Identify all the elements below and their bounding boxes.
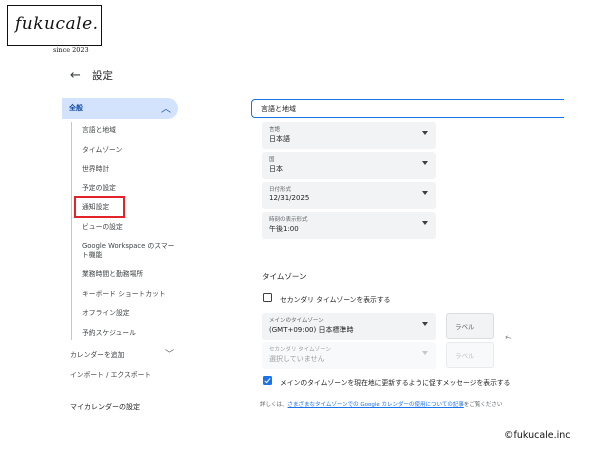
primary-timezone-label: メインのタイムゾーン xyxy=(269,318,324,324)
dropdown-arrow-icon xyxy=(422,191,428,195)
sidebar-item-language-region[interactable]: 言語と地域 xyxy=(82,126,116,135)
date-format-select-value: 12/31/2025 xyxy=(269,194,310,202)
language-select-value: 日本語 xyxy=(269,135,290,143)
secondary-timezone-tag-placeholder: ラベル xyxy=(455,352,475,360)
sidebar-item-timezone[interactable]: タイムゾーン xyxy=(82,146,122,155)
sidebar-item-appointment-schedules[interactable]: 予約スケジュール xyxy=(82,329,136,338)
dropdown-arrow-icon xyxy=(422,131,428,135)
copyright-text: ©fukucale.inc xyxy=(504,430,571,441)
chevron-down-icon[interactable]: ﹀ xyxy=(165,347,174,360)
sidebar-item-workspace-smart[interactable]: Google Workspace のスマート機能 xyxy=(82,242,177,260)
secondary-timezone-label: セカンダリ タイムゾーン xyxy=(269,347,331,353)
sidebar-section-label: 全般 xyxy=(69,104,83,112)
country-select-label: 国 xyxy=(269,157,275,163)
update-timezone-prompt-checkbox[interactable] xyxy=(263,376,272,385)
country-select[interactable]: 国 日本 xyxy=(262,152,436,179)
language-select[interactable]: 言語 日本語 xyxy=(262,122,436,149)
date-format-select-label: 日付形式 xyxy=(269,187,292,193)
sidebar-add-calendar[interactable]: カレンダーを追加 xyxy=(70,349,124,359)
update-timezone-prompt-label: メインのタイムゾーンを現在地に更新するように促すメッセージを表示する xyxy=(280,379,511,387)
section-title: 言語と地域 xyxy=(261,105,296,113)
dropdown-arrow-icon xyxy=(422,221,428,225)
page-title: 設定 xyxy=(92,70,113,82)
secondary-timezone-select: セカンダリ タイムゾーン 選択していません xyxy=(262,342,436,369)
sidebar-item-world-clock[interactable]: 世界時計 xyxy=(82,165,109,174)
dropdown-arrow-icon xyxy=(422,161,428,165)
logo-subtitle: since 2023 xyxy=(53,46,89,54)
sidebar-item-working-hours[interactable]: 業務時間と勤務場所 xyxy=(82,270,143,279)
timezone-info-text: 詳しくは、さまざまなタイムゾーンでの Google カレンダーの使用についての記… xyxy=(260,400,502,408)
date-format-select[interactable]: 日付形式 12/31/2025 xyxy=(262,182,436,209)
sidebar-rail xyxy=(71,122,72,340)
timezone-info-suffix: をご覧ください xyxy=(463,402,503,408)
mouse-cursor-icon: ↖ xyxy=(503,331,514,344)
country-select-value: 日本 xyxy=(269,165,283,173)
sidebar-my-calendars-heading: マイカレンダーの設定 xyxy=(70,403,140,411)
arrow-left-icon[interactable]: ← xyxy=(70,68,81,83)
time-format-select-value: 午後1:00 xyxy=(269,225,299,233)
primary-timezone-tag-placeholder: ラベル xyxy=(455,323,475,331)
chevron-up-icon: ︿ xyxy=(161,104,171,115)
secondary-timezone-value: 選択していません xyxy=(269,355,325,363)
sidebar-item-view-settings[interactable]: ビューの設定 xyxy=(82,223,123,232)
section-title-box: 言語と地域 xyxy=(251,99,564,118)
timezone-help-link[interactable]: さまざまなタイムゾーンでの Google カレンダーの使用についての記事 xyxy=(288,402,464,408)
language-select-label: 言語 xyxy=(269,127,281,133)
timezone-info-prefix: 詳しくは、 xyxy=(260,402,288,408)
secondary-timezone-checkbox[interactable] xyxy=(263,293,272,302)
brand-logo: fukucale. since 2023 xyxy=(7,5,103,54)
logo-text: fukucale. xyxy=(15,14,99,34)
sidebar-import-export[interactable]: インポート / エクスポート xyxy=(70,369,151,379)
secondary-timezone-tag-input: ラベル xyxy=(446,342,494,368)
primary-timezone-tag-input[interactable]: ラベル xyxy=(446,313,494,339)
primary-timezone-select[interactable]: メインのタイムゾーン (GMT+09:00) 日本標準時 xyxy=(262,313,436,340)
sidebar-item-offline[interactable]: オフライン設定 xyxy=(82,309,130,318)
highlight-box xyxy=(74,196,125,218)
dropdown-arrow-icon xyxy=(422,351,428,355)
sidebar-item-event-settings[interactable]: 予定の設定 xyxy=(82,184,116,193)
sidebar-item-keyboard-shortcuts[interactable]: キーボード ショートカット xyxy=(82,290,166,299)
dropdown-arrow-icon xyxy=(422,322,428,326)
timezone-heading: タイムゾーン xyxy=(262,272,307,281)
time-format-select-label: 時刻の表示形式 xyxy=(269,217,308,223)
time-format-select[interactable]: 時刻の表示形式 午後1:00 xyxy=(262,212,436,239)
primary-timezone-value: (GMT+09:00) 日本標準時 xyxy=(269,326,354,334)
secondary-timezone-checkbox-label: セカンダリ タイムゾーンを表示する xyxy=(280,296,391,304)
sidebar-section-general[interactable]: 全般 ︿ xyxy=(62,98,178,119)
